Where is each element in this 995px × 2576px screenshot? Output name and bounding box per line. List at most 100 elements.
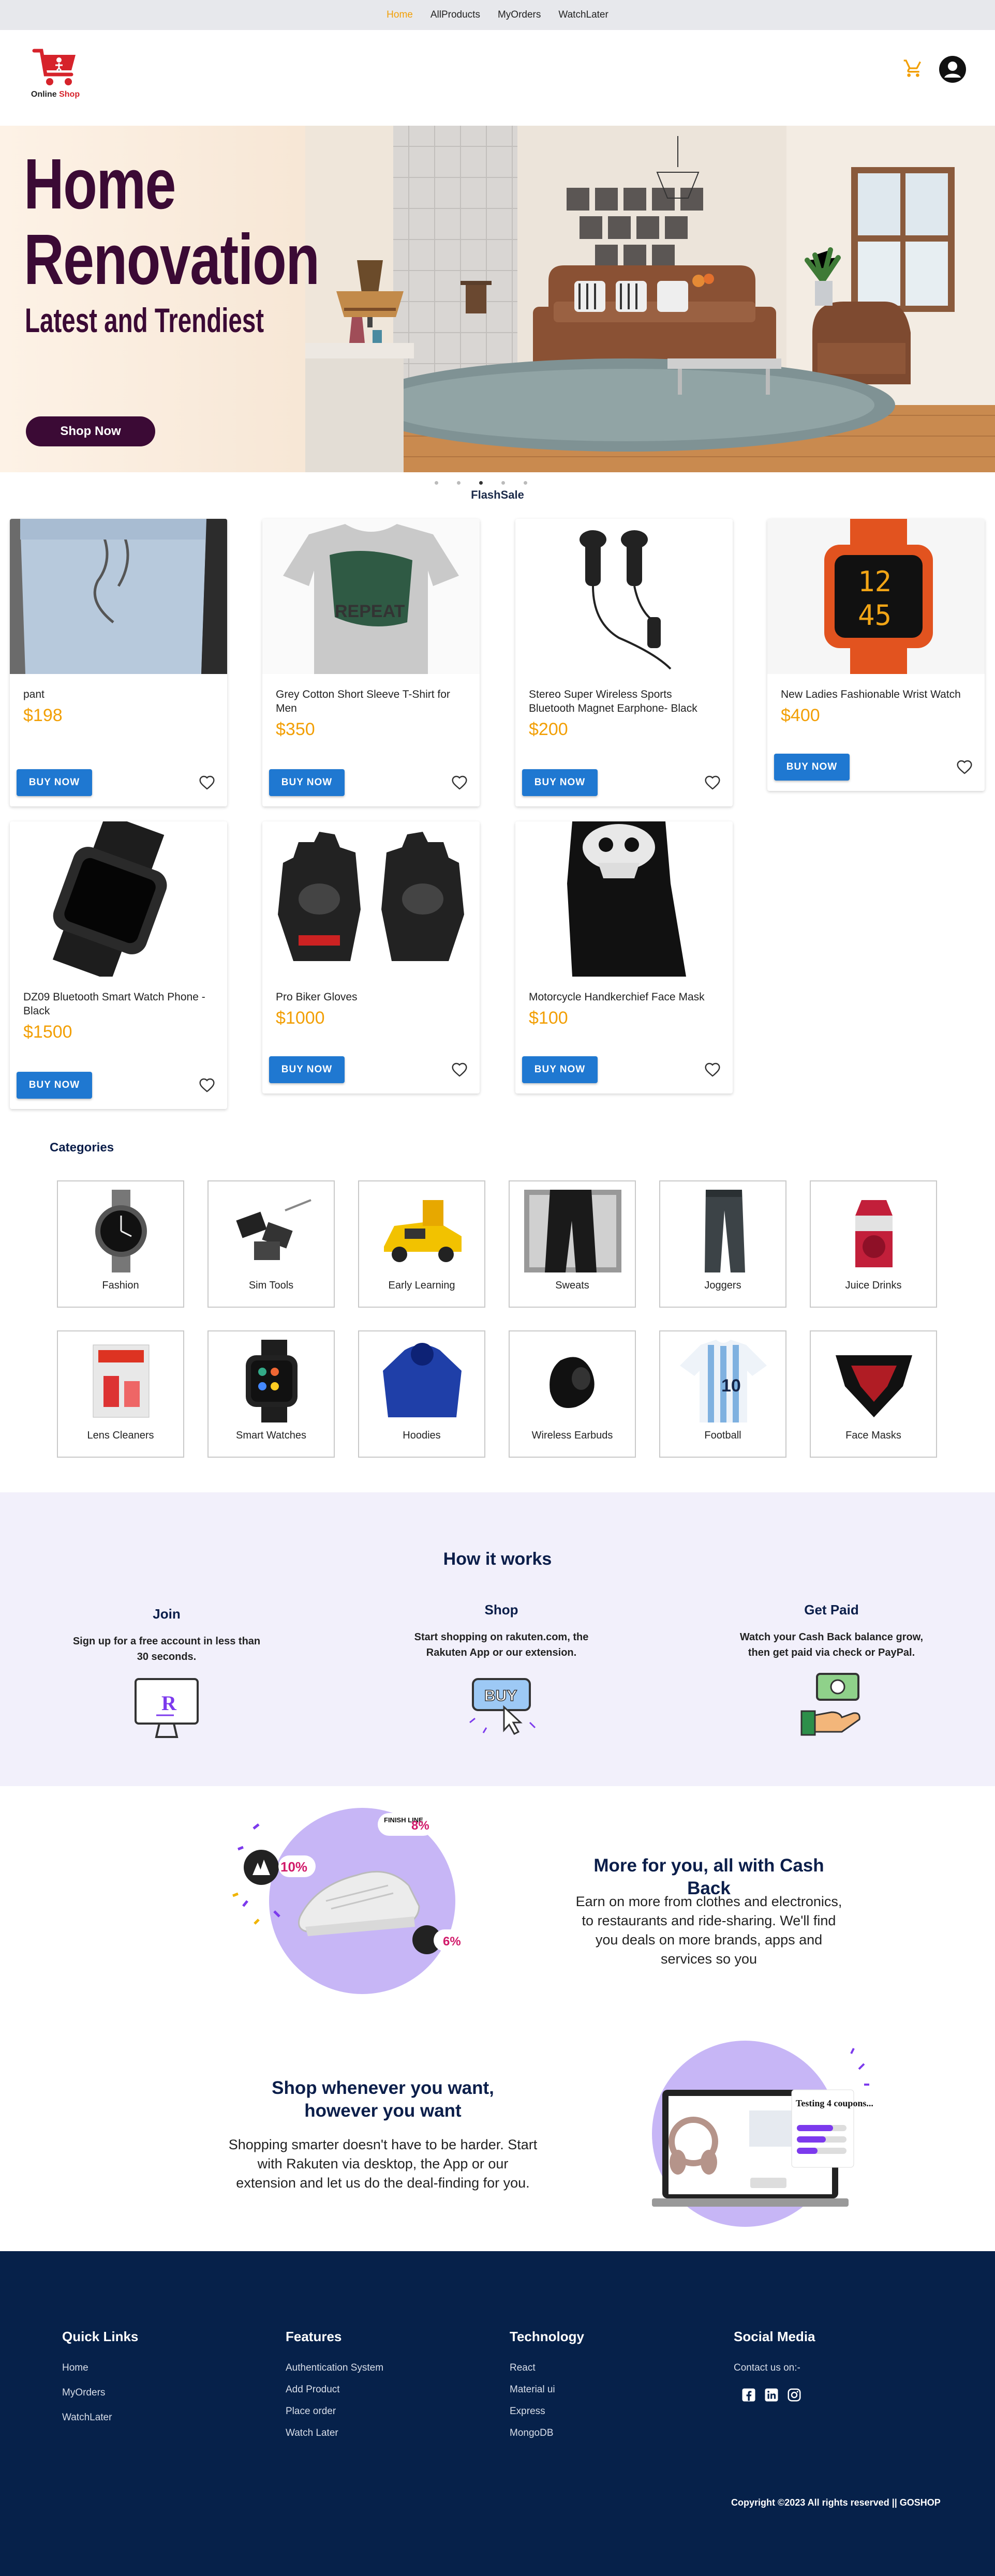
footer-link-home[interactable]: Home [62, 2362, 138, 2374]
footer-feature-item[interactable]: Place order [286, 2406, 383, 2417]
nav-my-orders-link[interactable]: MyOrders [498, 9, 541, 21]
sim-tools-image [236, 1199, 311, 1260]
shop-logo[interactable]: Online Shop [27, 42, 84, 104]
product-name[interactable]: pant [10, 674, 227, 701]
account-icon[interactable] [939, 56, 966, 83]
carousel-dots [435, 481, 527, 485]
product-image-gloves[interactable] [262, 821, 480, 977]
category-juice-drinks[interactable]: Juice Drinks [810, 1180, 937, 1308]
product-card[interactable]: REPEAT Grey Cotton Short Sleeve T-Shirt … [262, 519, 480, 806]
carousel-dot-active[interactable] [479, 481, 483, 485]
product-card[interactable]: 12 45 New Ladies Fashionable Wrist Watch … [767, 519, 985, 791]
category-fashion[interactable]: Fashion [57, 1180, 184, 1308]
heart-icon[interactable] [451, 774, 468, 791]
categories-heading: Categories [50, 1141, 114, 1155]
heart-icon[interactable] [198, 1077, 216, 1094]
product-card[interactable]: DZ09 Bluetooth Smart Watch Phone - Black… [10, 821, 227, 1109]
facebook-icon[interactable] [741, 2387, 756, 2403]
earbud-image [550, 1357, 595, 1408]
product-name[interactable]: Stereo Super Wireless Sports Bluetooth M… [515, 674, 733, 715]
category-lens-cleaners[interactable]: Lens Cleaners [57, 1330, 184, 1458]
category-football[interactable]: 10 Football [659, 1330, 786, 1458]
buy-now-button[interactable]: BUY NOW [17, 769, 92, 796]
product-name[interactable]: New Ladies Fashionable Wrist Watch [767, 674, 985, 701]
carousel-dot[interactable] [524, 481, 527, 485]
heart-icon[interactable] [704, 774, 721, 791]
heart-icon[interactable] [704, 1061, 721, 1078]
category-smart-watches[interactable]: Smart Watches [207, 1330, 335, 1458]
buy-now-button[interactable]: BUY NOW [774, 754, 850, 781]
cashback-text: Earn on more from clothes and electronic… [575, 1894, 842, 1967]
category-sweats[interactable]: Sweats [509, 1180, 636, 1308]
product-name[interactable]: Pro Biker Gloves [262, 977, 480, 1004]
joggers-image [705, 1190, 745, 1272]
product-image-wrist-watch[interactable]: 12 45 [767, 519, 985, 674]
footer-link-watch-later[interactable]: WatchLater [62, 2412, 138, 2423]
carousel-dot[interactable] [435, 481, 438, 485]
footer-feature-item[interactable]: Watch Later [286, 2428, 383, 2439]
category-joggers[interactable]: Joggers [659, 1180, 786, 1308]
buy-button-icon: BUY [469, 1678, 536, 1735]
buy-now-button[interactable]: BUY NOW [269, 1056, 345, 1083]
svg-text:R: R [161, 1691, 177, 1715]
svg-text:12: 12 [858, 565, 892, 598]
carousel-dot[interactable] [457, 481, 461, 485]
heart-icon[interactable] [956, 759, 973, 775]
category-early-learning[interactable]: Early Learning [358, 1180, 485, 1308]
instagram-icon[interactable] [786, 2387, 802, 2403]
buy-now-button[interactable]: BUY NOW [269, 769, 345, 796]
footer-feature-item[interactable]: Add Product [286, 2384, 383, 2395]
product-card[interactable]: Stereo Super Wireless Sports Bluetooth M… [515, 519, 733, 806]
product-image-tshirt[interactable]: REPEAT [262, 519, 480, 674]
copyright-text: Copyright ©2023 All rights reserved || G… [731, 2497, 941, 2508]
footer-link-my-orders[interactable]: MyOrders [62, 2387, 138, 2399]
product-actions: BUY NOW [269, 1056, 468, 1083]
category-hoodies[interactable]: Hoodies [358, 1330, 485, 1458]
football-jersey-image: 10 [680, 1340, 767, 1422]
cart-icon[interactable] [903, 58, 924, 79]
fashion-watch-image [95, 1190, 147, 1272]
product-name[interactable]: DZ09 Bluetooth Smart Watch Phone - Black [10, 977, 227, 1018]
badge-6-percent: 6% [443, 1935, 461, 1949]
svg-text:45: 45 [858, 599, 892, 632]
face-mask-image [836, 1355, 912, 1417]
linkedin-icon[interactable] [764, 2387, 779, 2403]
product-image-earphone[interactable] [515, 519, 733, 674]
shop-whenever-text: Shopping smarter doesn't have to be hard… [228, 2137, 538, 2191]
carousel-dot[interactable] [501, 481, 505, 485]
buy-now-button[interactable]: BUY NOW [522, 1056, 598, 1083]
product-card[interactable]: Pro Biker Gloves $1000 BUY NOW [262, 821, 480, 1094]
category-wireless-earbuds[interactable]: Wireless Earbuds [509, 1330, 636, 1458]
product-card[interactable]: Motorcycle Handkerchief Face Mask $100 B… [515, 821, 733, 1094]
category-label: Wireless Earbuds [531, 1430, 613, 1441]
footer-feature-item[interactable]: Authentication System [286, 2362, 383, 2374]
product-name[interactable]: Motorcycle Handkerchief Face Mask [515, 977, 733, 1004]
computer-icon: R [135, 1678, 199, 1738]
product-image-pant[interactable] [10, 519, 227, 674]
heart-icon[interactable] [451, 1061, 468, 1078]
footer-tech-item[interactable]: MongoDB [510, 2428, 584, 2439]
footer-tech-item[interactable]: Material ui [510, 2384, 584, 2395]
juice-drink-image [855, 1200, 893, 1267]
buy-now-button[interactable]: BUY NOW [17, 1072, 92, 1099]
hero-title-line1: Home [24, 144, 176, 224]
category-sim-tools[interactable]: Sim Tools [207, 1180, 335, 1308]
footer-tech-item[interactable]: React [510, 2362, 584, 2374]
product-image-smart-watch[interactable] [10, 821, 227, 977]
shop-whenever-heading: Shop whenever you want, however you want [272, 2078, 494, 2121]
nav-home-link[interactable]: Home [387, 9, 413, 21]
shop-now-button[interactable]: Shop Now [26, 416, 155, 446]
product-actions: BUY NOW [774, 754, 973, 781]
product-card[interactable]: pant $198 BUY NOW [10, 519, 227, 806]
nav-all-products-link[interactable]: AllProducts [430, 9, 480, 21]
category-label: Face Masks [845, 1430, 901, 1441]
product-price: $400 [781, 706, 820, 725]
nav-watch-later-link[interactable]: WatchLater [558, 9, 608, 21]
product-image-face-mask[interactable] [515, 821, 733, 977]
product-price: $200 [529, 720, 568, 739]
heart-icon[interactable] [198, 774, 216, 791]
buy-now-button[interactable]: BUY NOW [522, 769, 598, 796]
product-name[interactable]: Grey Cotton Short Sleeve T-Shirt for Men [262, 674, 480, 715]
footer-tech-item[interactable]: Express [510, 2406, 584, 2417]
category-face-masks[interactable]: Face Masks [810, 1330, 937, 1458]
